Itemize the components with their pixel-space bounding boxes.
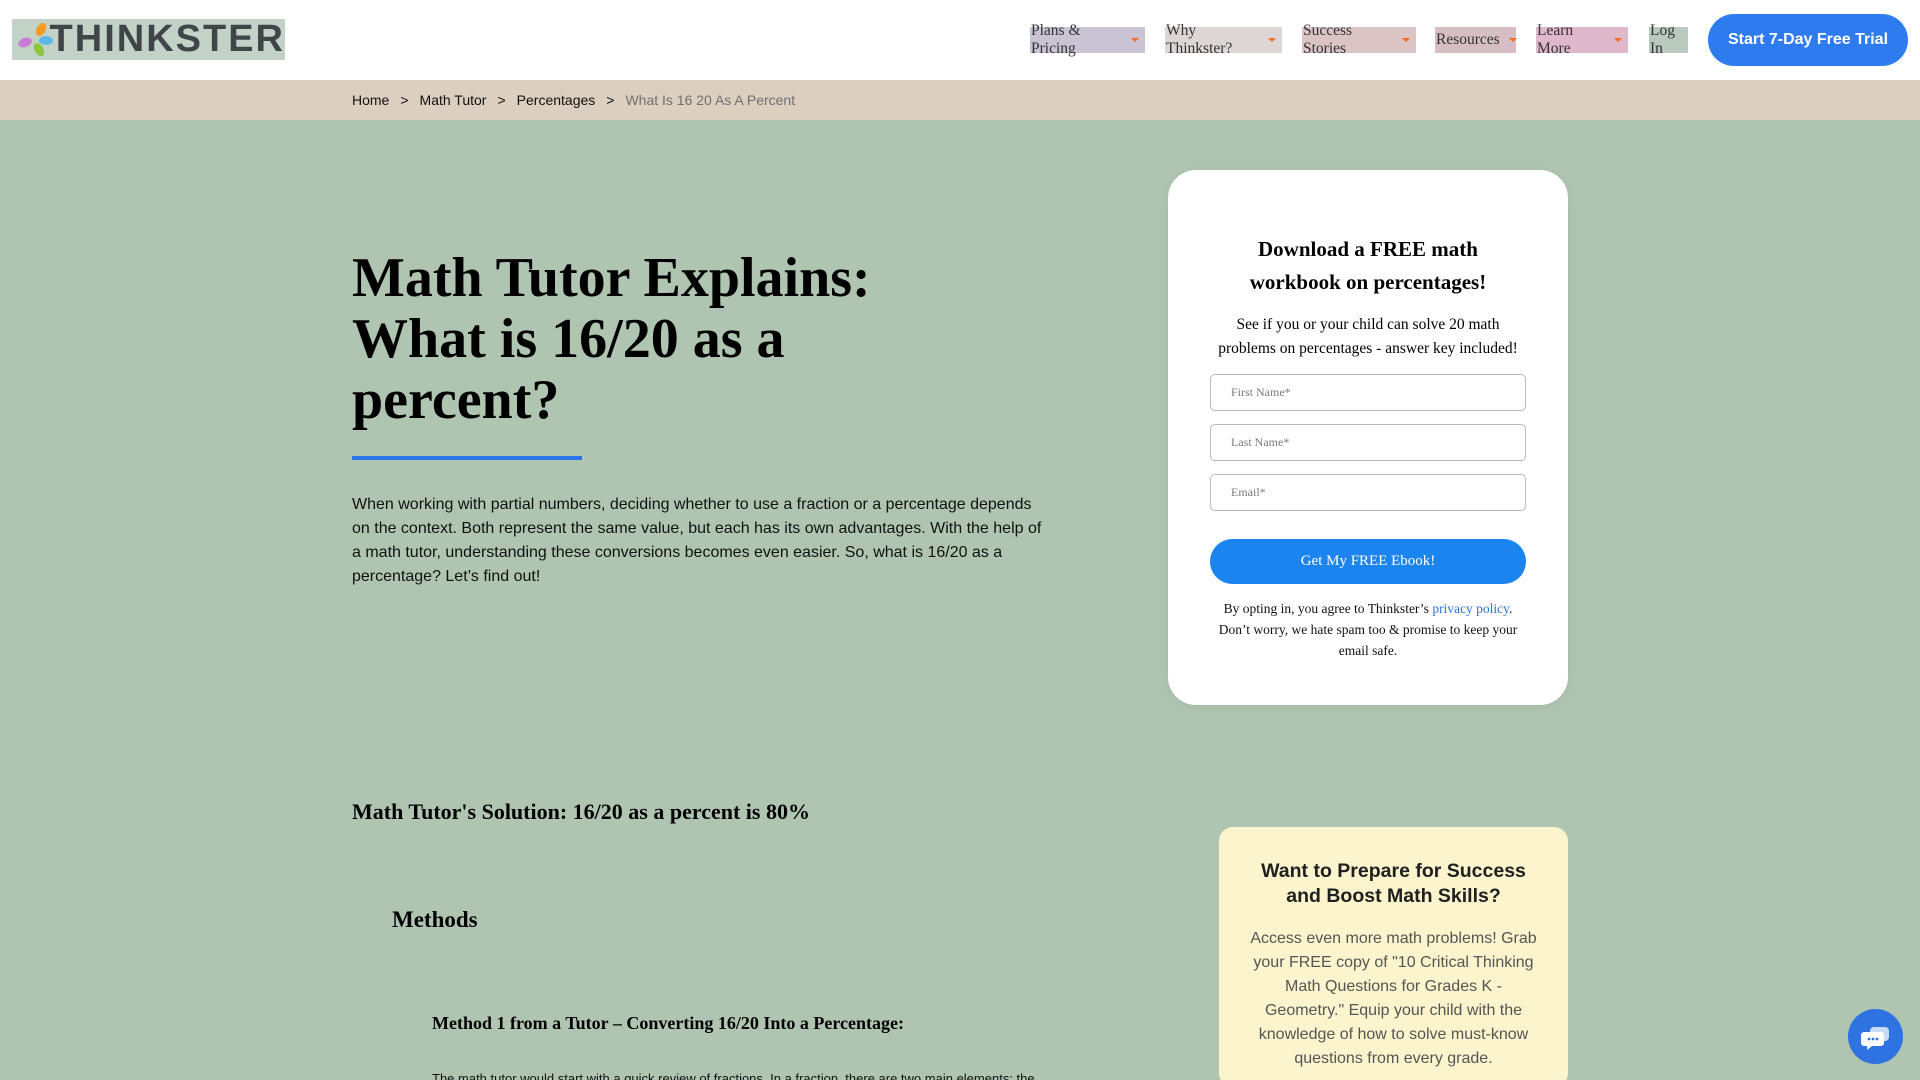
privacy-policy-link[interactable]: privacy policy (1432, 601, 1509, 616)
breadcrumb-bar: Home > Math Tutor > Percentages > What I… (0, 80, 1920, 120)
nav-resources[interactable]: Resources (1435, 27, 1517, 53)
method1-paragraph: The math tutor would start with a quick … (432, 1071, 1035, 1080)
site-header: THINKSTER Plans & Pricing Why Thinkster?… (0, 0, 1920, 80)
logo-flower-icon (12, 19, 53, 60)
breadcrumb-separator: > (606, 92, 615, 108)
login-link[interactable]: Log In (1649, 22, 1688, 57)
chat-widget-button[interactable] (1848, 1009, 1903, 1064)
thinkster-logo[interactable]: THINKSTER (12, 19, 285, 60)
get-ebook-button[interactable]: Get My FREE Ebook! (1210, 539, 1526, 584)
methods-heading: Methods (392, 907, 478, 932)
legal-prefix: By opting in, you agree to Thinkster’s (1223, 601, 1433, 616)
caret-down-icon (1402, 38, 1410, 42)
breadcrumb-separator: > (497, 92, 506, 108)
page-title: Math Tutor Explains: What is 16/20 as a … (352, 247, 871, 431)
chat-bubble-icon (1860, 1026, 1889, 1050)
promo-card: Want to Prepare for Success and Boost Ma… (1219, 827, 1568, 1080)
breadcrumb-home[interactable]: Home (352, 92, 389, 108)
first-name-field[interactable] (1210, 374, 1526, 411)
logo-text: THINKSTER (49, 18, 285, 60)
breadcrumb-percentages[interactable]: Percentages (517, 92, 596, 108)
breadcrumb-separator: > (400, 92, 409, 108)
promo-body: Access even more math problems! Grab you… (1250, 930, 1537, 1067)
nav-label: Success Stories (1303, 22, 1353, 57)
breadcrumb: Home > Math Tutor > Percentages > What I… (352, 92, 795, 108)
method1-heading: Method 1 from a Tutor – Converting 16/20… (432, 1013, 904, 1033)
last-name-field[interactable] (1210, 424, 1526, 461)
solution-heading: Math Tutor's Solution: 16/20 as a percen… (352, 799, 810, 824)
nav-why-thinkster[interactable]: Why Thinkster? (1165, 22, 1282, 57)
nav-label: Plans & Pricing (1031, 22, 1081, 57)
intro-paragraph: When working with partial numbers, decid… (352, 496, 1042, 585)
start-free-trial-button[interactable]: Start 7-Day Free Trial (1708, 14, 1908, 66)
promo-title: Want to Prepare for Success and Boost Ma… (1261, 860, 1526, 907)
form-subtitle: See if you or your child can solve 20 ma… (1218, 316, 1518, 357)
nav-learn-more[interactable]: Learn More (1536, 22, 1628, 57)
form-title: Download a FREE math workbook on percent… (1249, 237, 1487, 294)
breadcrumb-current: What Is 16 20 As A Percent (625, 92, 796, 108)
caret-down-icon (1268, 38, 1276, 42)
title-underline (352, 456, 582, 460)
caret-down-icon (1614, 38, 1622, 42)
caret-down-icon (1131, 38, 1139, 42)
nav-plans-pricing[interactable]: Plans & Pricing (1030, 22, 1145, 57)
nav-label: Learn More (1537, 22, 1574, 57)
breadcrumb-math-tutor[interactable]: Math Tutor (420, 92, 487, 108)
nav-success-stories[interactable]: Success Stories (1302, 22, 1416, 57)
email-field[interactable] (1210, 474, 1526, 511)
form-legal-text: By opting in, you agree to Thinkster’s p… (1168, 598, 1568, 661)
nav-label: Resources (1436, 31, 1500, 48)
nav-label: Why Thinkster? (1166, 22, 1233, 57)
ebook-form-card: Download a FREE math workbook on percent… (1168, 170, 1568, 705)
caret-down-icon (1508, 38, 1517, 42)
